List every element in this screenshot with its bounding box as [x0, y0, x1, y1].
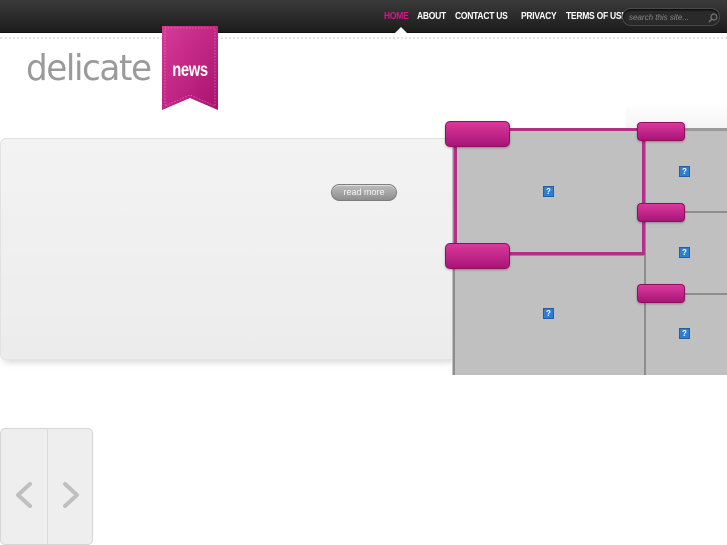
search-box [622, 8, 720, 26]
featured-slider-panel [0, 138, 458, 360]
nav-home[interactable]: Home [384, 11, 409, 22]
nav-terms-of-use[interactable]: Terms of Use [566, 11, 627, 22]
broken-image-icon[interactable]: ? [543, 186, 554, 197]
top-navigation-bar: Home About Contact Us Privacy Terms of U… [0, 0, 727, 33]
active-nav-pointer [395, 27, 407, 33]
logo-wordmark[interactable]: delicate [26, 48, 152, 89]
carousel-arrows [0, 428, 93, 545]
search-icon[interactable] [707, 11, 719, 23]
thumbnail-tab-2[interactable] [445, 243, 510, 269]
thumbnail-tab-3[interactable] [637, 122, 685, 141]
broken-image-icon[interactable]: ? [679, 247, 690, 258]
broken-image-icon[interactable]: ? [679, 328, 690, 339]
main-nav: Home About Contact Us Privacy Terms of U… [384, 0, 642, 33]
nav-privacy[interactable]: Privacy [521, 11, 557, 22]
header-divider [0, 37, 727, 39]
nav-contact-us[interactable]: Contact Us [455, 11, 508, 22]
read-more-button[interactable]: read more [331, 184, 397, 201]
chevron-right-icon [63, 482, 79, 508]
search-input[interactable] [629, 10, 703, 24]
next-button[interactable] [48, 429, 94, 545]
broken-image-icon[interactable]: ? [543, 308, 554, 319]
prev-button[interactable] [1, 429, 47, 545]
thumbnail-tab-1[interactable] [445, 121, 510, 147]
logo-ribbon-text: news [172, 60, 208, 81]
page: Home About Contact Us Privacy Terms of U… [0, 0, 727, 545]
nav-about[interactable]: About [417, 11, 446, 22]
thumbnail-tab-4[interactable] [637, 203, 685, 222]
broken-image-icon[interactable]: ? [679, 166, 690, 177]
thumbnail-tab-5[interactable] [637, 284, 685, 303]
chevron-left-icon [16, 482, 32, 508]
